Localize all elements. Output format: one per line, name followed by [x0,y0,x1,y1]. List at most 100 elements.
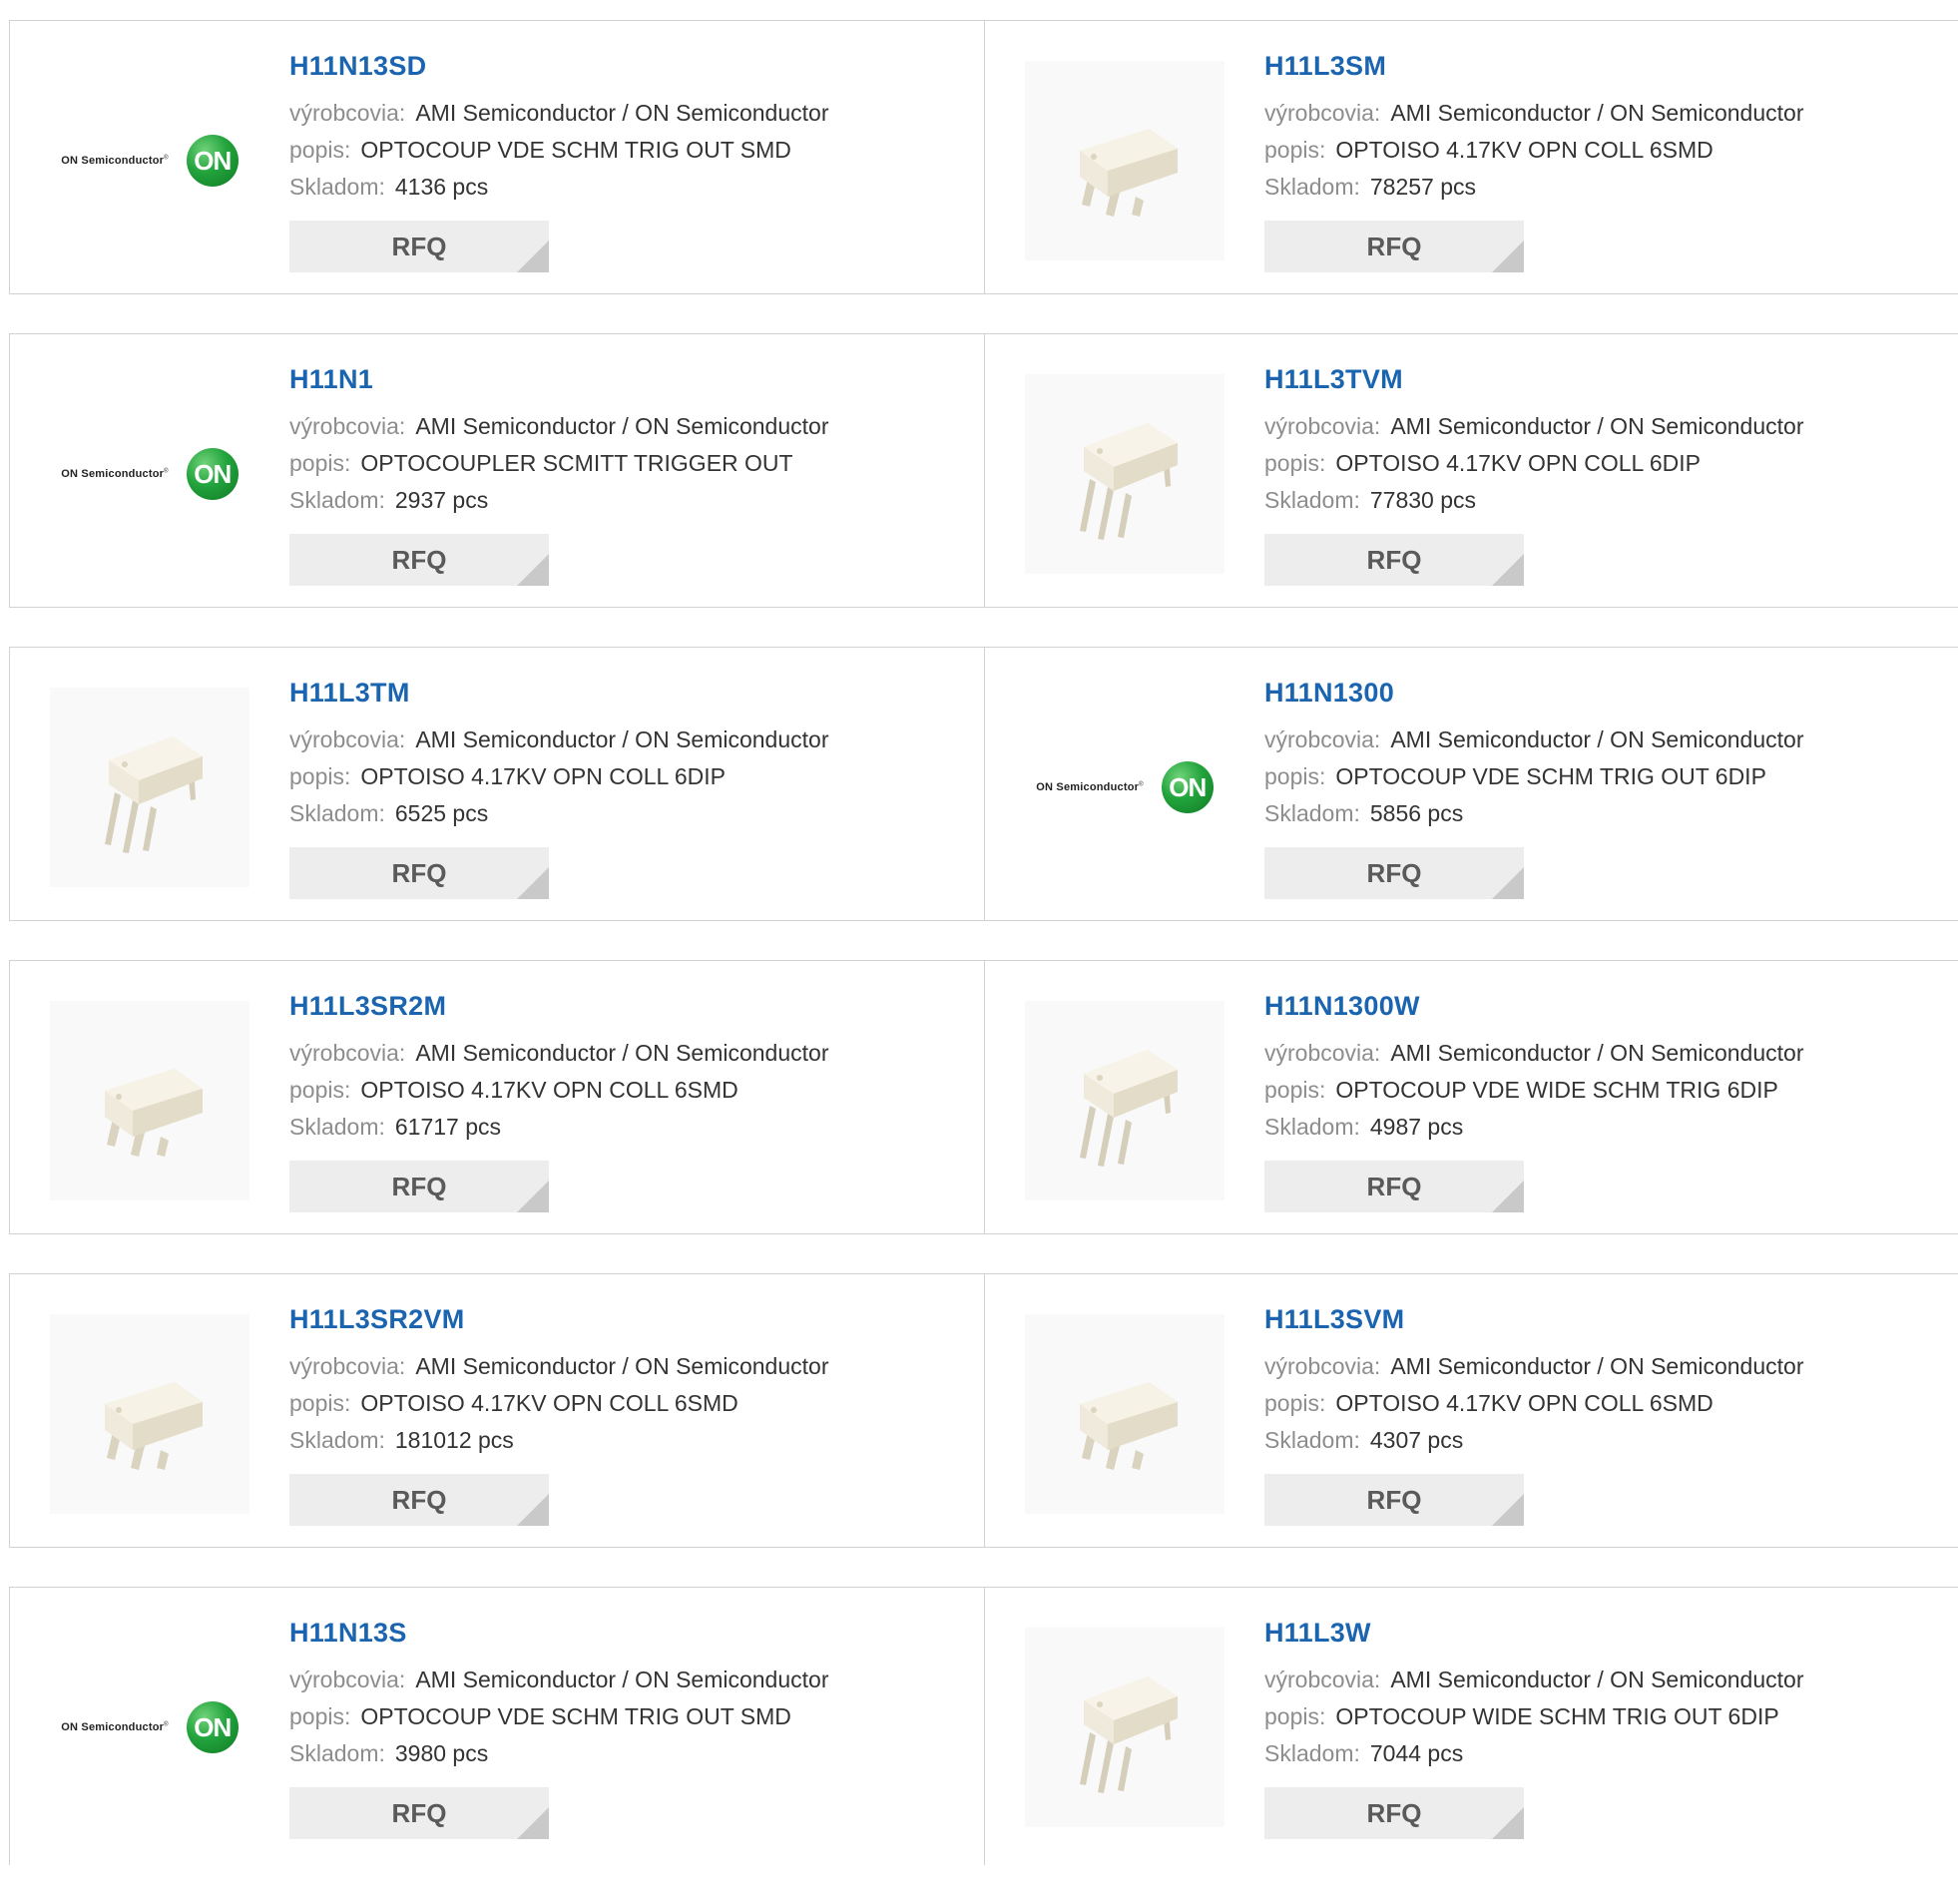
product-info: H11N1 výrobcovia: AMI Semiconductor / ON … [289,362,829,519]
rfq-button[interactable]: RFQ [1264,1787,1524,1839]
rfq-button[interactable]: RFQ [1264,1161,1524,1212]
stock-line: Skladom: 5856 pcs [1264,795,1804,832]
part-number-link[interactable]: H11N13SD [289,49,829,83]
part-number-link[interactable]: H11L3SVM [1264,1302,1804,1336]
product-row: ON Semiconductor® ON H11N13SD výrobcovia… [9,20,1958,294]
on-badge-icon: ON [1161,761,1214,813]
product-image[interactable] [50,1314,249,1514]
manufacturer-value: AMI Semiconductor / ON Semiconductor [415,1666,829,1692]
stock-value: 4987 pcs [1369,1114,1464,1140]
description-line: popis: OPTOCOUP VDE SCHM TRIG OUT SMD [289,132,829,169]
stock-value: 61717 pcs [394,1114,502,1140]
stock-value: 3980 pcs [394,1740,489,1766]
smd-chip-icon [105,1069,203,1157]
product-card: H11L3W výrobcovia: AMI Semiconductor / ON… [984,1588,1958,1865]
manufacturer-logo[interactable]: ON Semiconductor® ON [50,1628,249,1827]
corner-triangle-icon [1492,1181,1524,1212]
stock-label: Skladom: [289,1114,385,1140]
smd-chip-icon [105,1382,203,1470]
rfq-button[interactable]: RFQ [1264,221,1524,272]
part-number-link[interactable]: H11L3SR2VM [289,1302,829,1336]
part-number-link[interactable]: H11L3SR2M [289,989,829,1023]
logo-wordmark: ON Semiconductor® [61,468,169,480]
part-number-link[interactable]: H11L3TVM [1264,362,1804,396]
product-image[interactable] [1025,61,1224,260]
product-info: H11L3W výrobcovia: AMI Semiconductor / ON… [1264,1616,1804,1772]
product-card: ON Semiconductor® ON H11N1 výrobcovia: AM… [10,334,984,607]
corner-triangle-icon [1492,554,1524,586]
manufacturer-label: výrobcovia: [289,100,406,126]
manufacturer-label: výrobcovia: [289,1353,406,1379]
stock-label: Skladom: [289,174,385,200]
corner-triangle-icon [1492,1807,1524,1839]
product-card: H11L3SM výrobcovia: AMI Semiconductor / O… [984,21,1958,293]
stock-line: Skladom: 3980 pcs [289,1735,829,1772]
description-value: OPTOISO 4.17KV OPN COLL 6SMD [360,1390,738,1416]
part-number-link[interactable]: H11N1300W [1264,989,1804,1023]
rfq-button[interactable]: RFQ [289,1787,549,1839]
stock-line: Skladom: 181012 pcs [289,1422,829,1459]
product-row: ON Semiconductor® ON H11N1 výrobcovia: AM… [9,333,1958,608]
product-image[interactable] [50,688,249,887]
stock-label: Skladom: [1264,487,1360,513]
product-image[interactable] [1025,1314,1224,1514]
stock-line: Skladom: 6525 pcs [289,795,829,832]
description-value: OPTOCOUP VDE SCHM TRIG OUT SMD [360,1703,791,1729]
product-image[interactable] [1025,1628,1224,1827]
description-label: popis: [1264,1390,1326,1416]
part-number-link[interactable]: H11L3SM [1264,49,1804,83]
manufacturer-label: výrobcovia: [289,726,406,752]
description-label: popis: [289,137,351,163]
stock-line: Skladom: 78257 pcs [1264,169,1804,206]
rfq-button[interactable]: RFQ [289,221,549,272]
part-number-link[interactable]: H11L3W [1264,1616,1804,1650]
product-image[interactable] [1025,1001,1224,1200]
description-line: popis: OPTOISO 4.17KV OPN COLL 6DIP [289,758,829,795]
description-value: OPTOCOUP VDE WIDE SCHM TRIG 6DIP [1335,1077,1778,1103]
manufacturer-label: výrobcovia: [289,1666,406,1692]
manufacturer-value: AMI Semiconductor / ON Semiconductor [1390,1666,1804,1692]
manufacturer-value: AMI Semiconductor / ON Semiconductor [415,413,829,439]
manufacturer-value: AMI Semiconductor / ON Semiconductor [415,1040,829,1066]
manufacturer-logo[interactable]: ON Semiconductor® ON [50,374,249,574]
stock-value: 2937 pcs [394,487,489,513]
rfq-button[interactable]: RFQ [1264,534,1524,586]
product-info: H11L3SVM výrobcovia: AMI Semiconductor / … [1264,1302,1804,1459]
manufacturer-logo[interactable]: ON Semiconductor® ON [50,61,249,260]
manufacturer-line: výrobcovia: AMI Semiconductor / ON Semico… [289,408,829,445]
rfq-button[interactable]: RFQ [289,1161,549,1212]
on-badge-icon: ON [186,135,239,187]
manufacturer-label: výrobcovia: [1264,1040,1381,1066]
corner-triangle-icon [517,867,549,899]
rfq-button[interactable]: RFQ [1264,847,1524,899]
rfq-button[interactable]: RFQ [289,847,549,899]
stock-line: Skladom: 4136 pcs [289,169,829,206]
part-number-link[interactable]: H11N13S [289,1616,829,1650]
part-number-link[interactable]: H11N1300 [1264,676,1804,710]
on-badge-icon: ON [186,448,239,500]
stock-label: Skladom: [1264,1114,1360,1140]
product-image[interactable] [50,1001,249,1200]
rfq-label: RFQ [1366,231,1422,261]
product-card: H11L3SR2VM výrobcovia: AMI Semiconductor … [10,1274,984,1547]
manufacturer-value: AMI Semiconductor / ON Semiconductor [1390,413,1804,439]
part-number-link[interactable]: H11N1 [289,362,829,396]
rfq-label: RFQ [1366,1484,1422,1515]
rfq-button[interactable]: RFQ [289,1474,549,1526]
part-number-link[interactable]: H11L3TM [289,676,829,710]
rfq-label: RFQ [391,1797,447,1828]
stock-label: Skladom: [289,1427,385,1453]
stock-label: Skladom: [289,1740,385,1766]
product-card: ON Semiconductor® ON H11N13SD výrobcovia… [10,21,984,293]
smd-chip-icon [1080,1382,1178,1470]
corner-triangle-icon [517,1807,549,1839]
manufacturer-logo[interactable]: ON Semiconductor® ON [1025,688,1224,887]
stock-value: 4307 pcs [1369,1427,1464,1453]
product-row: ON Semiconductor® ON H11N13S výrobcovia:… [9,1587,1958,1865]
corner-triangle-icon [517,1181,549,1212]
rfq-label: RFQ [391,231,447,261]
rfq-button[interactable]: RFQ [289,534,549,586]
stock-line: Skladom: 61717 pcs [289,1109,829,1146]
product-image[interactable] [1025,374,1224,574]
rfq-button[interactable]: RFQ [1264,1474,1524,1526]
